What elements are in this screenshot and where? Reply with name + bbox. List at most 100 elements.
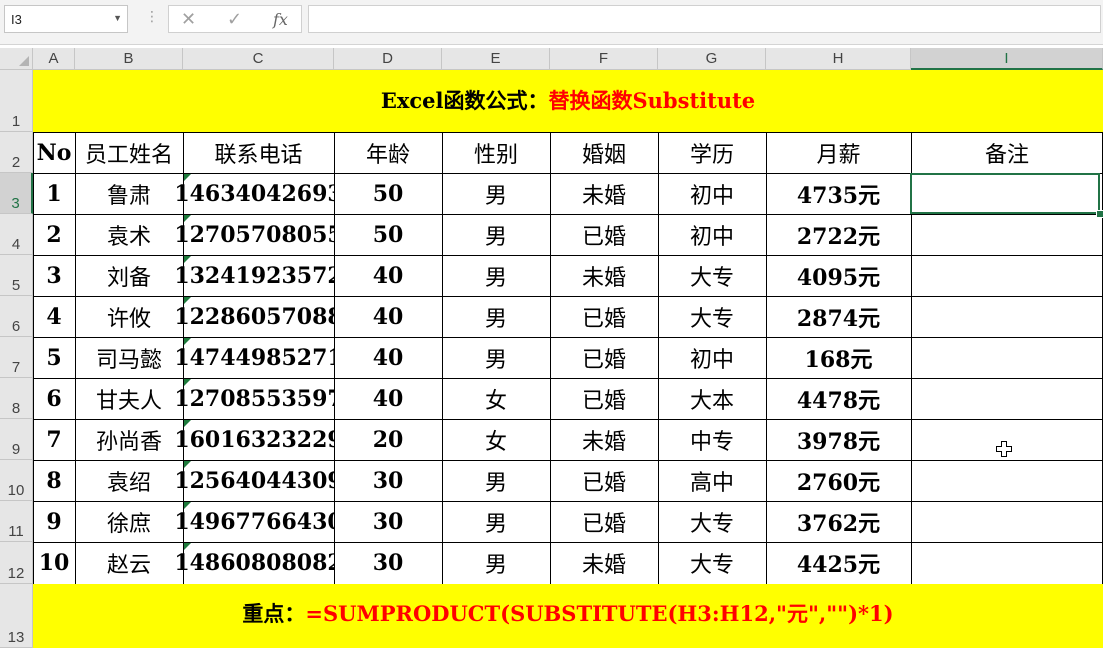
header-cell[interactable]: 学历 <box>658 132 766 173</box>
table-cell[interactable]: 8 <box>33 460 75 501</box>
table-cell[interactable]: 大专 <box>658 542 766 584</box>
table-cell[interactable] <box>911 255 1103 296</box>
table-cell[interactable]: 孙尚香 <box>75 419 183 460</box>
table-cell[interactable]: 16016323229 <box>174 419 343 460</box>
table-cell[interactable]: 40 <box>334 296 442 337</box>
table-cell[interactable]: 男 <box>442 296 550 337</box>
header-cell[interactable]: 婚姻 <box>550 132 658 173</box>
header-cell[interactable]: 年龄 <box>334 132 442 173</box>
table-cell[interactable]: 甘夫人 <box>75 378 183 419</box>
table-cell[interactable]: 12708553597 <box>174 378 343 419</box>
footer-banner[interactable]: 重点：=SUMPRODUCT(SUBSTITUTE(H3:H12,"元","")… <box>33 584 1103 648</box>
table-cell[interactable]: 4 <box>33 296 75 337</box>
column-header-c[interactable]: C <box>183 48 334 70</box>
column-header-g[interactable]: G <box>658 48 766 70</box>
table-cell[interactable]: 2722元 <box>766 214 911 255</box>
table-cell[interactable]: 男 <box>442 337 550 378</box>
fill-handle[interactable] <box>1096 210 1103 218</box>
cancel-icon[interactable]: ✕ <box>181 9 196 30</box>
row-header-7[interactable]: 7 <box>0 337 33 378</box>
table-cell[interactable]: 50 <box>334 214 442 255</box>
table-cell[interactable]: 12564044309 <box>174 460 343 501</box>
table-cell[interactable]: 4478元 <box>766 378 911 419</box>
table-cell[interactable]: 13241923572 <box>174 255 343 296</box>
column-header-d[interactable]: D <box>334 48 442 70</box>
row-header-13[interactable]: 13 <box>0 584 33 648</box>
table-cell[interactable]: 4425元 <box>766 542 911 584</box>
table-cell[interactable]: 2874元 <box>766 296 911 337</box>
column-header-h[interactable]: H <box>766 48 911 70</box>
table-cell[interactable] <box>911 542 1103 584</box>
table-cell[interactable]: 大专 <box>658 296 766 337</box>
table-cell[interactable]: 女 <box>442 419 550 460</box>
insert-function-icon[interactable]: fx <box>273 10 288 29</box>
chevron-down-icon[interactable]: ▼ <box>113 13 122 23</box>
table-cell[interactable]: 男 <box>442 460 550 501</box>
table-cell[interactable]: 女 <box>442 378 550 419</box>
table-cell[interactable]: 刘备 <box>75 255 183 296</box>
row-header-10[interactable]: 10 <box>0 460 33 501</box>
table-cell[interactable]: 20 <box>334 419 442 460</box>
table-cell[interactable]: 已婚 <box>550 460 658 501</box>
table-cell[interactable]: 50 <box>334 173 442 214</box>
column-header-f[interactable]: F <box>550 48 658 70</box>
header-cell[interactable]: 月薪 <box>766 132 911 173</box>
table-cell[interactable]: 未婚 <box>550 419 658 460</box>
table-cell[interactable]: 男 <box>442 214 550 255</box>
table-cell[interactable]: 已婚 <box>550 296 658 337</box>
row-header-3[interactable]: 3 <box>0 173 33 214</box>
table-cell[interactable]: 初中 <box>658 173 766 214</box>
table-cell[interactable]: 男 <box>442 542 550 584</box>
table-cell[interactable] <box>911 460 1103 501</box>
number-as-text-indicator-icon[interactable] <box>184 379 191 386</box>
table-cell[interactable]: 3 <box>33 255 75 296</box>
table-cell[interactable] <box>911 214 1103 255</box>
table-cell[interactable]: 4095元 <box>766 255 911 296</box>
check-icon[interactable]: ✓ <box>227 9 242 30</box>
table-cell[interactable]: 14744985271 <box>174 337 343 378</box>
table-cell[interactable]: 12286057088 <box>174 296 343 337</box>
table-cell[interactable]: 30 <box>334 460 442 501</box>
header-cell[interactable]: 员工姓名 <box>75 132 183 173</box>
row-header-5[interactable]: 5 <box>0 255 33 296</box>
table-cell[interactable] <box>911 501 1103 542</box>
table-cell[interactable]: 已婚 <box>550 337 658 378</box>
table-cell[interactable]: 14860808082 <box>174 542 343 584</box>
table-cell[interactable]: 4735元 <box>766 173 911 214</box>
table-cell[interactable]: 40 <box>334 378 442 419</box>
table-cell[interactable]: 14634042693 <box>174 173 343 214</box>
table-cell[interactable]: 初中 <box>658 337 766 378</box>
table-cell[interactable]: 2 <box>33 214 75 255</box>
table-cell[interactable]: 初中 <box>658 214 766 255</box>
table-cell[interactable]: 已婚 <box>550 501 658 542</box>
column-header-e[interactable]: E <box>442 48 550 70</box>
table-cell[interactable]: 未婚 <box>550 173 658 214</box>
title-banner[interactable]: Excel函数公式：替换函数Substitute <box>33 70 1103 132</box>
row-header-2[interactable]: 2 <box>0 132 33 173</box>
table-cell[interactable]: 40 <box>334 337 442 378</box>
table-cell[interactable]: 大专 <box>658 501 766 542</box>
table-cell[interactable]: 9 <box>33 501 75 542</box>
column-header-b[interactable]: B <box>75 48 183 70</box>
column-header-i[interactable]: I <box>911 48 1103 70</box>
table-cell[interactable] <box>911 378 1103 419</box>
table-cell[interactable]: 未婚 <box>550 542 658 584</box>
header-cell[interactable]: No <box>33 132 75 173</box>
table-cell[interactable]: 12705708055 <box>174 214 343 255</box>
table-cell[interactable] <box>911 296 1103 337</box>
table-cell[interactable]: 未婚 <box>550 255 658 296</box>
number-as-text-indicator-icon[interactable] <box>184 338 191 345</box>
table-cell[interactable]: 5 <box>33 337 75 378</box>
table-cell[interactable]: 3762元 <box>766 501 911 542</box>
table-cell[interactable]: 14967766430 <box>174 501 343 542</box>
table-cell[interactable]: 168元 <box>766 337 911 378</box>
row-header-6[interactable]: 6 <box>0 296 33 337</box>
header-cell[interactable]: 性别 <box>442 132 550 173</box>
table-cell[interactable] <box>911 337 1103 378</box>
table-cell[interactable]: 许攸 <box>75 296 183 337</box>
table-cell[interactable]: 6 <box>33 378 75 419</box>
table-cell[interactable]: 男 <box>442 501 550 542</box>
table-cell[interactable]: 大专 <box>658 255 766 296</box>
row-header-1[interactable]: 1 <box>0 70 33 132</box>
table-cell[interactable]: 已婚 <box>550 214 658 255</box>
